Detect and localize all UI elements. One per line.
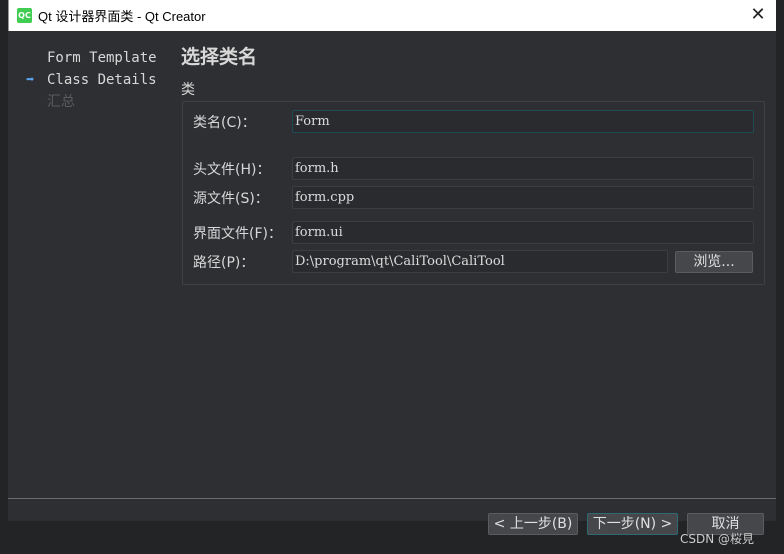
class-group: 类名(C)： Form 头文件(H)： form.h 源文件(S)： form.cpp… [182, 101, 765, 285]
step-label: Class Details [47, 72, 157, 88]
watermark: CSDN @桜見 [679, 532, 754, 546]
browse-button[interactable]: 浏览... [675, 250, 753, 273]
header-file-input[interactable]: form.h [292, 157, 754, 180]
close-icon[interactable]: ✕ [746, 4, 770, 25]
page-title: 选择类名 [181, 46, 258, 68]
back-button[interactable]: < 上一步(B) [488, 513, 578, 535]
next-button[interactable]: 下一步(N) > [587, 513, 678, 535]
class-name-input[interactable]: Form [292, 110, 754, 133]
arrow-right-icon: ➡ [26, 72, 35, 88]
wizard-steps: Form Template ➡ Class Details 汇总 [8, 47, 168, 113]
step-form-template: Form Template [47, 50, 157, 66]
step-class-details: ➡ Class Details [8, 69, 168, 91]
wizard-dialog: Form Template ➡ Class Details 汇总 选择类名 类 类… [8, 31, 776, 535]
class-name-label: 类名(C)： [193, 114, 256, 131]
path-input[interactable]: D:\program\qt\CaliTool\CaliTool [292, 250, 668, 273]
group-title: 类 [181, 82, 195, 98]
title-bar: QC Qt 设计器界面类 - Qt Creator ✕ [8, 0, 776, 31]
source-file-input[interactable]: form.cpp [292, 186, 754, 209]
step-summary: 汇总 [47, 94, 75, 110]
path-label: 路径(P)： [193, 254, 255, 271]
header-label: 头文件(H)： [193, 161, 271, 178]
form-file-input[interactable]: form.ui [292, 221, 754, 244]
window-title: Qt 设计器界面类 - Qt Creator [38, 9, 206, 24]
divider [8, 498, 776, 499]
source-label: 源文件(S)： [193, 190, 269, 207]
form-label: 界面文件(F)： [193, 225, 282, 242]
qt-creator-logo-icon: QC [17, 8, 32, 23]
